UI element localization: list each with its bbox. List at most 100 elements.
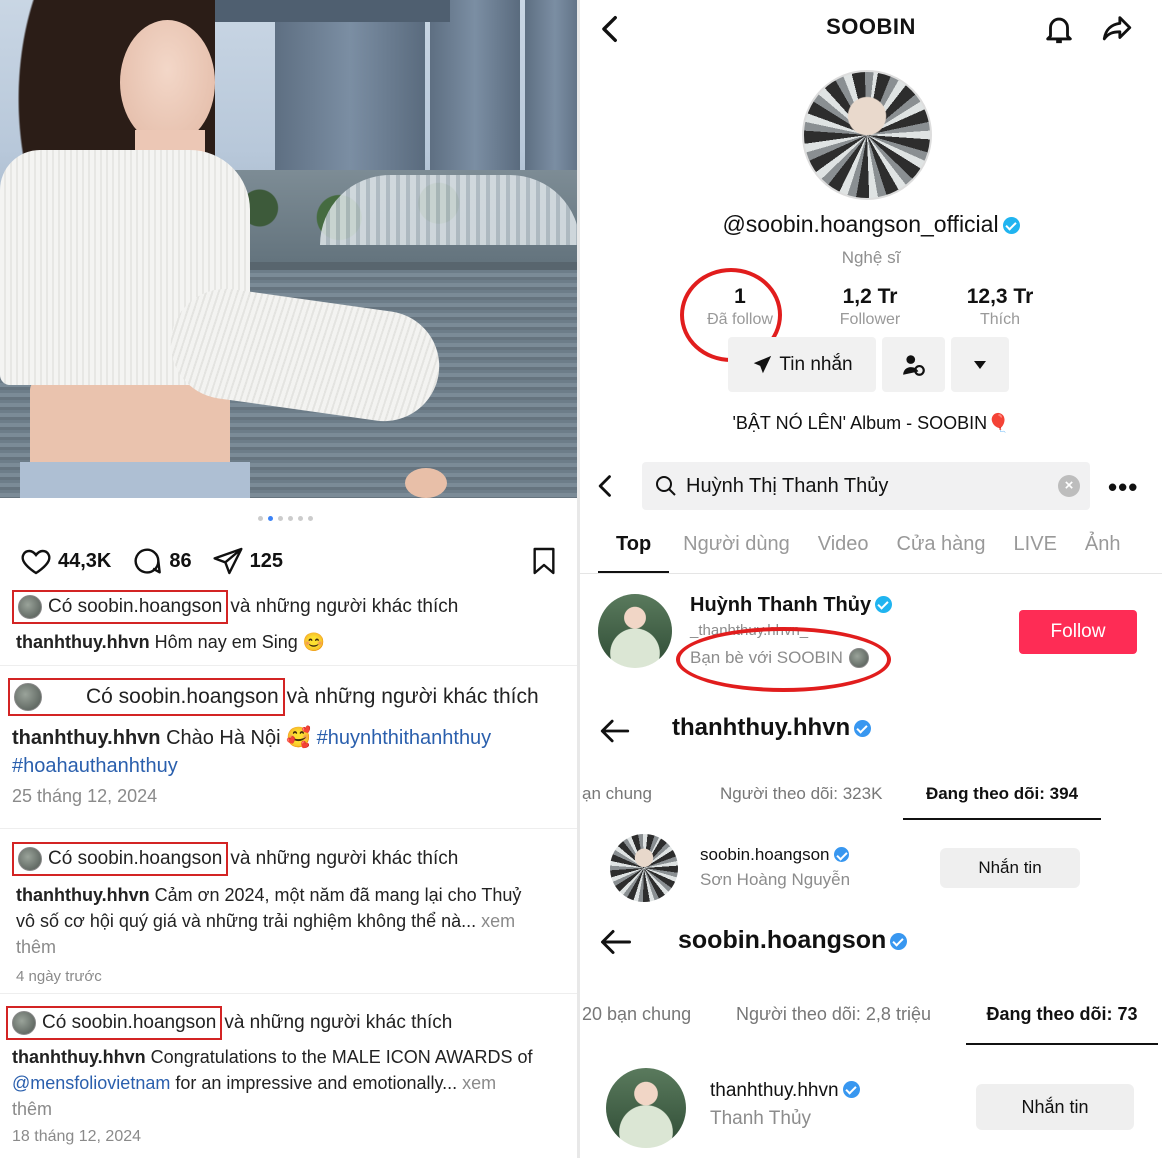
liked-by-user[interactable]: Có soobin.hoangson	[48, 848, 222, 870]
carousel-dot	[258, 516, 263, 521]
message-button-label: Tin nhắn	[779, 353, 853, 375]
highlight-box: Có soobin.hoangson	[12, 842, 229, 876]
comment-count: 86	[169, 549, 192, 572]
liked-by-rest: và những người khác thích	[224, 1012, 453, 1033]
bookmark-icon	[533, 547, 555, 575]
stat-likes[interactable]: 12,3 Tr Thích	[940, 285, 1060, 329]
post-actions: 44,3K 86 125	[20, 543, 560, 579]
stat-value: 12,3 Tr	[966, 285, 1034, 308]
see-more-link-cont[interactable]: thêm	[12, 1099, 52, 1119]
tab-mutual[interactable]: ạn chung	[582, 784, 652, 818]
hashtag-link[interactable]: #hoahauthanhthuy	[12, 755, 178, 777]
hashtag-link[interactable]: #huynhthithanhthuy	[317, 727, 492, 749]
clear-icon[interactable]: ×	[1058, 475, 1080, 497]
stat-followers[interactable]: 1,2 Tr Follower	[810, 285, 930, 329]
liked-by-user[interactable]: Có soobin.hoangson	[48, 596, 222, 618]
carousel-dots	[258, 516, 313, 521]
tab-following[interactable]: Đang theo dõi: 394	[903, 784, 1101, 820]
tab-shop[interactable]: Cửa hàng	[897, 530, 986, 574]
see-more-link[interactable]: xem	[481, 911, 515, 931]
post-photo[interactable]	[0, 0, 578, 498]
right-panel: SOOBIN @soobin.hoangson_official Nghệ sĩ…	[580, 0, 1162, 1158]
following-list-header: thanhthuy.hhvn	[580, 708, 1162, 748]
tab-live[interactable]: LIVE	[1014, 530, 1057, 574]
more-dropdown-button[interactable]	[951, 337, 1009, 392]
avatar	[18, 595, 42, 619]
send-icon	[754, 355, 772, 373]
caret-down-icon	[974, 360, 986, 369]
liked-by-user[interactable]: Có soobin.hoangson	[42, 1012, 216, 1034]
tab-following[interactable]: Đang theo dõi: 73	[966, 1004, 1158, 1045]
post-date: 25 tháng 12, 2024	[12, 786, 158, 806]
tab-followers[interactable]: Người theo dõi: 323K	[720, 784, 882, 818]
author-link[interactable]: thanhthuy.hhvn	[12, 1047, 146, 1067]
divider	[0, 993, 578, 994]
carousel-dot-active	[268, 516, 273, 521]
author-link[interactable]: thanhthuy.hhvn	[12, 727, 161, 749]
share-count: 125	[249, 549, 283, 572]
highlight-box: Có soobin.hoangson	[8, 678, 285, 716]
message-button[interactable]: Tin nhắn	[728, 337, 876, 392]
search-query: Huỳnh Thị Thanh Thủy	[686, 474, 889, 497]
post-caption: thanhthuy.hhvn Hôm nay em Sing 😊	[0, 628, 578, 656]
list-title: soobin.hoangson	[678, 926, 887, 954]
stat-label: Follower	[839, 311, 901, 328]
bell-icon[interactable]	[1042, 12, 1076, 46]
profile-handle: @soobin.hoangson_official	[722, 211, 999, 237]
back-arrow-icon[interactable]	[598, 714, 632, 748]
search-tabs: Top Người dùng Video Cửa hàng LIVE Ảnh	[580, 530, 1162, 574]
post-caption: thanhthuy.hhvn Chào Hà Nội 🥰 #huynhthith…	[0, 724, 578, 780]
caption-text: Cảm ơn 2024, một năm đã mang lại cho Thu…	[154, 885, 522, 905]
tab-users[interactable]: Người dùng	[683, 530, 790, 574]
list-title-row: thanhthuy.hhvn	[672, 714, 872, 742]
save-button[interactable]	[528, 545, 560, 577]
user-check-icon	[902, 354, 925, 376]
tab-photos[interactable]: Ảnh	[1085, 530, 1121, 574]
author-link[interactable]: thanhthuy.hhvn	[16, 632, 150, 652]
divider	[0, 828, 578, 829]
like-button[interactable]: 44,3K	[20, 545, 111, 577]
tab-top[interactable]: Top	[598, 530, 670, 574]
search-input[interactable]: Huỳnh Thị Thanh Thủy ×	[642, 462, 1090, 510]
highlight-box: Có soobin.hoangson	[6, 1006, 223, 1040]
post-block: Có soobin.hoangson và những người khác t…	[0, 1006, 578, 1146]
following-user-row[interactable]: soobin.hoangson Sơn Hoàng Nguyễn Nhắn ti…	[580, 830, 1162, 905]
search-icon	[656, 476, 676, 496]
back-icon[interactable]	[592, 472, 620, 500]
comment-button[interactable]: 86	[131, 545, 192, 577]
see-more-link[interactable]: xem	[462, 1073, 496, 1093]
divider	[580, 573, 1162, 574]
tab-video[interactable]: Video	[818, 530, 869, 574]
share-button[interactable]: 125	[212, 545, 283, 577]
more-icon[interactable]: •••	[1108, 472, 1138, 503]
tab-followers[interactable]: Người theo dõi: 2,8 triệu	[736, 1004, 931, 1043]
profile-avatar[interactable]	[802, 70, 932, 200]
caption-text: Chào Hà Nội 🥰	[166, 727, 312, 749]
message-button[interactable]: Nhắn tin	[976, 1084, 1134, 1130]
caption-text: Hôm nay em Sing 😊	[154, 632, 326, 652]
mention-link[interactable]: @mensfoliovietnam	[12, 1073, 170, 1093]
user-fullname: Thanh Thủy	[710, 1108, 812, 1129]
share-arrow-icon[interactable]	[1100, 12, 1134, 46]
avatar	[18, 847, 42, 871]
avatar	[598, 594, 672, 668]
liked-by-line: Có soobin.hoangson và những người khác t…	[0, 842, 578, 876]
user-name-row: thanhthuy.hhvn	[710, 1080, 860, 1102]
face	[120, 20, 215, 145]
carousel-dot	[298, 516, 303, 521]
message-button[interactable]: Nhắn tin	[940, 848, 1080, 888]
liked-by-rest: và những người khác thích	[230, 848, 459, 869]
see-more-link-cont[interactable]: thêm	[16, 937, 56, 957]
post-block: Có soobin.hoangson và những người khác t…	[0, 678, 578, 807]
search-bar-row: Huỳnh Thị Thanh Thủy × •••	[580, 462, 1162, 510]
liked-by-user[interactable]: Có soobin.hoangson	[86, 685, 279, 709]
caption-text-cont: vô số cơ hội quý giá và những trải nghiệ…	[16, 911, 477, 931]
like-count: 44,3K	[58, 549, 112, 572]
following-status-button[interactable]	[882, 337, 945, 392]
back-arrow-icon[interactable]	[598, 924, 634, 960]
author-link[interactable]: thanhthuy.hhvn	[16, 885, 150, 905]
tab-mutual[interactable]: 20 bạn chung	[582, 1004, 691, 1043]
following-user-row[interactable]: thanhthuy.hhvn Thanh Thủy Nhắn tin	[580, 1066, 1162, 1148]
follow-button[interactable]: Follow	[1019, 610, 1137, 654]
user-fullname: Sơn Hoàng Nguyễn	[700, 870, 851, 889]
